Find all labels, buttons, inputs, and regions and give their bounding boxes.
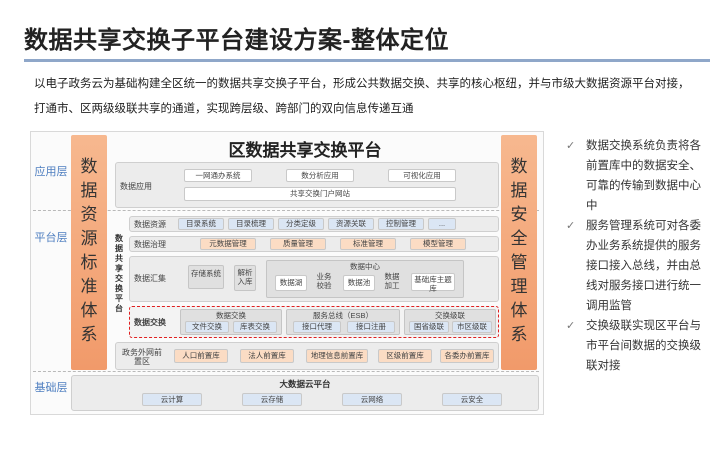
resource-item-5: 控制管理 (378, 218, 424, 230)
resource-row-label: 数据资源 (134, 220, 166, 229)
exchange-group-esb: 服务总线（ESB） 接口代理 接口注册 (286, 309, 400, 335)
storage-system: 存储系统 (188, 265, 224, 289)
governance-row: 数据治理 元数据管理 质量管理 标准管理 模型管理 (129, 236, 499, 252)
resource-item-3: 分类定级 (278, 218, 324, 230)
bullet-text: 数据交换系统负责将各前置库中的数据安全、可靠的传输到数据中心中 (586, 140, 701, 212)
app-item-3: 可视化应用 (388, 169, 456, 182)
cloud-row-title: 大数据云平台 (279, 379, 331, 389)
gov-front-row: 政务外网前置区 人口前置库 法人前置库 地理信息前置库 区级前置库 各委办前置库 (115, 342, 499, 370)
governance-row-label: 数据治理 (134, 240, 166, 249)
governance-item-2: 质量管理 (270, 238, 326, 250)
bullet-item: ✓ 数据交换系统负责将各前置库中的数据安全、可靠的传输到数据中心中 (566, 136, 706, 216)
gov-front-row-label: 政务外网前置区 (122, 348, 162, 366)
data-lake: 数据湖 (275, 275, 307, 291)
governance-item-1: 元数据管理 (200, 238, 256, 250)
city-district-cascade: 市区级联 (452, 321, 492, 333)
app-row: 数据应用 一网通办系统 数分析应用 可视化应用 共享交换门户网站 (115, 162, 499, 208)
exchange-row-label: 数据交换 (134, 318, 166, 327)
gov-front-item-4: 区级前置库 (378, 349, 432, 363)
cloud-storage: 云存储 (242, 393, 302, 406)
bullet-item: ✓ 交换级联实现区平台与市平台间数据的交换级联对接 (566, 316, 706, 376)
gov-front-item-5: 各委办前置库 (440, 349, 494, 363)
resource-row: 数据资源 目录系统 目录梳理 分类定级 资源关联 控制管理 ... (129, 216, 499, 232)
band-divider-base (33, 371, 539, 372)
app-item-2: 数分析应用 (286, 169, 354, 182)
band-label-platform: 平台层 (34, 232, 68, 244)
governance-item-3: 标准管理 (340, 238, 396, 250)
parse-ingest: 解析入库 (234, 265, 256, 291)
bullet-item: ✓ 服务管理系统可对各委办业务系统提供的服务接口接入总线，并由总线对服务接口进行… (566, 216, 706, 316)
check-icon: ✓ (566, 140, 576, 152)
architecture-diagram: 应用层 平台层 基础层 数据资源标准体系 数据安全管理体系 区数据共享交换平台 … (30, 131, 544, 415)
resource-item-1: 目录系统 (178, 218, 224, 230)
right-security-bar: 数据安全管理体系 (501, 135, 537, 370)
intro-paragraph: 以电子政务云为基础构建全区统一的数据共享交换子平台，形成公共数据交换、共享的核心… (34, 78, 690, 115)
data-center-title: 数据中心 (350, 262, 380, 271)
data-processing: 数据加工 (384, 272, 400, 290)
band-divider-app (33, 210, 539, 211)
exchange-row: 数据交换 数据交换 文件交换 库表交换 服务总线（ESB） 接口代理 接口注册 … (129, 306, 499, 338)
portal-item: 共享交换门户网站 (184, 187, 456, 201)
table-exchange: 库表交换 (233, 321, 277, 333)
cloud-network: 云网络 (342, 393, 402, 406)
gov-front-item-3: 地理信息前置库 (306, 349, 368, 363)
data-pool: 数据池 (343, 275, 375, 291)
cloud-security: 云安全 (442, 393, 502, 406)
left-standard-bar: 数据资源标准体系 (71, 135, 107, 370)
check-icon: ✓ (566, 220, 576, 232)
bullet-text: 交换级联实现区平台与市平台间数据的交换级联对接 (586, 320, 701, 372)
app-row-label: 数据应用 (120, 182, 152, 191)
province-cascade: 国省级联 (409, 321, 449, 333)
cloud-row: 大数据云平台 云计算 云存储 云网络 云安全 (71, 375, 539, 411)
resource-item-2: 目录梳理 (228, 218, 274, 230)
interface-register: 接口注册 (347, 321, 395, 333)
page-title: 数据共享交换子平台建设方案-整体定位 (24, 27, 449, 54)
check-icon: ✓ (566, 320, 576, 332)
resource-item-4: 资源关联 (328, 218, 374, 230)
bullet-text: 服务管理系统可对各委办业务系统提供的服务接口接入总线，并由总线对服务接口进行统一… (586, 220, 701, 312)
exchange-group-file: 数据交换 文件交换 库表交换 (180, 309, 282, 335)
gov-front-item-2: 法人前置库 (240, 349, 294, 363)
collect-row-label: 数据汇集 (134, 274, 166, 283)
governance-item-4: 模型管理 (410, 238, 466, 250)
resource-item-6: ... (428, 218, 456, 230)
title-divider (24, 59, 710, 62)
band-label-base: 基础层 (34, 382, 68, 394)
exchange-group-esb-title: 服务总线（ESB） (312, 311, 373, 320)
bullet-list: ✓ 数据交换系统负责将各前置库中的数据安全、可靠的传输到数据中心中 ✓ 服务管理… (566, 136, 706, 376)
exchange-group-cascade: 交换级联 国省级联 市区级联 (404, 309, 496, 335)
vertical-platform-label: 数据共享交换平台 (115, 234, 123, 313)
left-bar-label: 数据资源标准体系 (80, 157, 98, 344)
file-exchange: 文件交换 (185, 321, 229, 333)
diagram-title: 区数据共享交换平台 (228, 141, 382, 160)
exchange-group-file-title: 数据交换 (216, 311, 246, 320)
interface-proxy: 接口代理 (293, 321, 341, 333)
app-item-1: 一网通办系统 (184, 169, 252, 182)
topic-library: 基础库主题库 (411, 273, 455, 293)
cloud-compute: 云计算 (142, 393, 202, 406)
band-label-app: 应用层 (34, 166, 68, 178)
gov-front-item-1: 人口前置库 (174, 349, 228, 363)
right-bar-label: 数据安全管理体系 (510, 157, 528, 344)
collect-row: 数据汇集 存储系统 解析入库 数据中心 数据湖 业务校验 数据池 数据加工 基础… (129, 256, 499, 302)
business-check: 业务校验 (316, 272, 332, 290)
data-center: 数据中心 数据湖 业务校验 数据池 数据加工 基础库主题库 (266, 260, 464, 298)
exchange-group-cascade-title: 交换级联 (435, 311, 465, 320)
